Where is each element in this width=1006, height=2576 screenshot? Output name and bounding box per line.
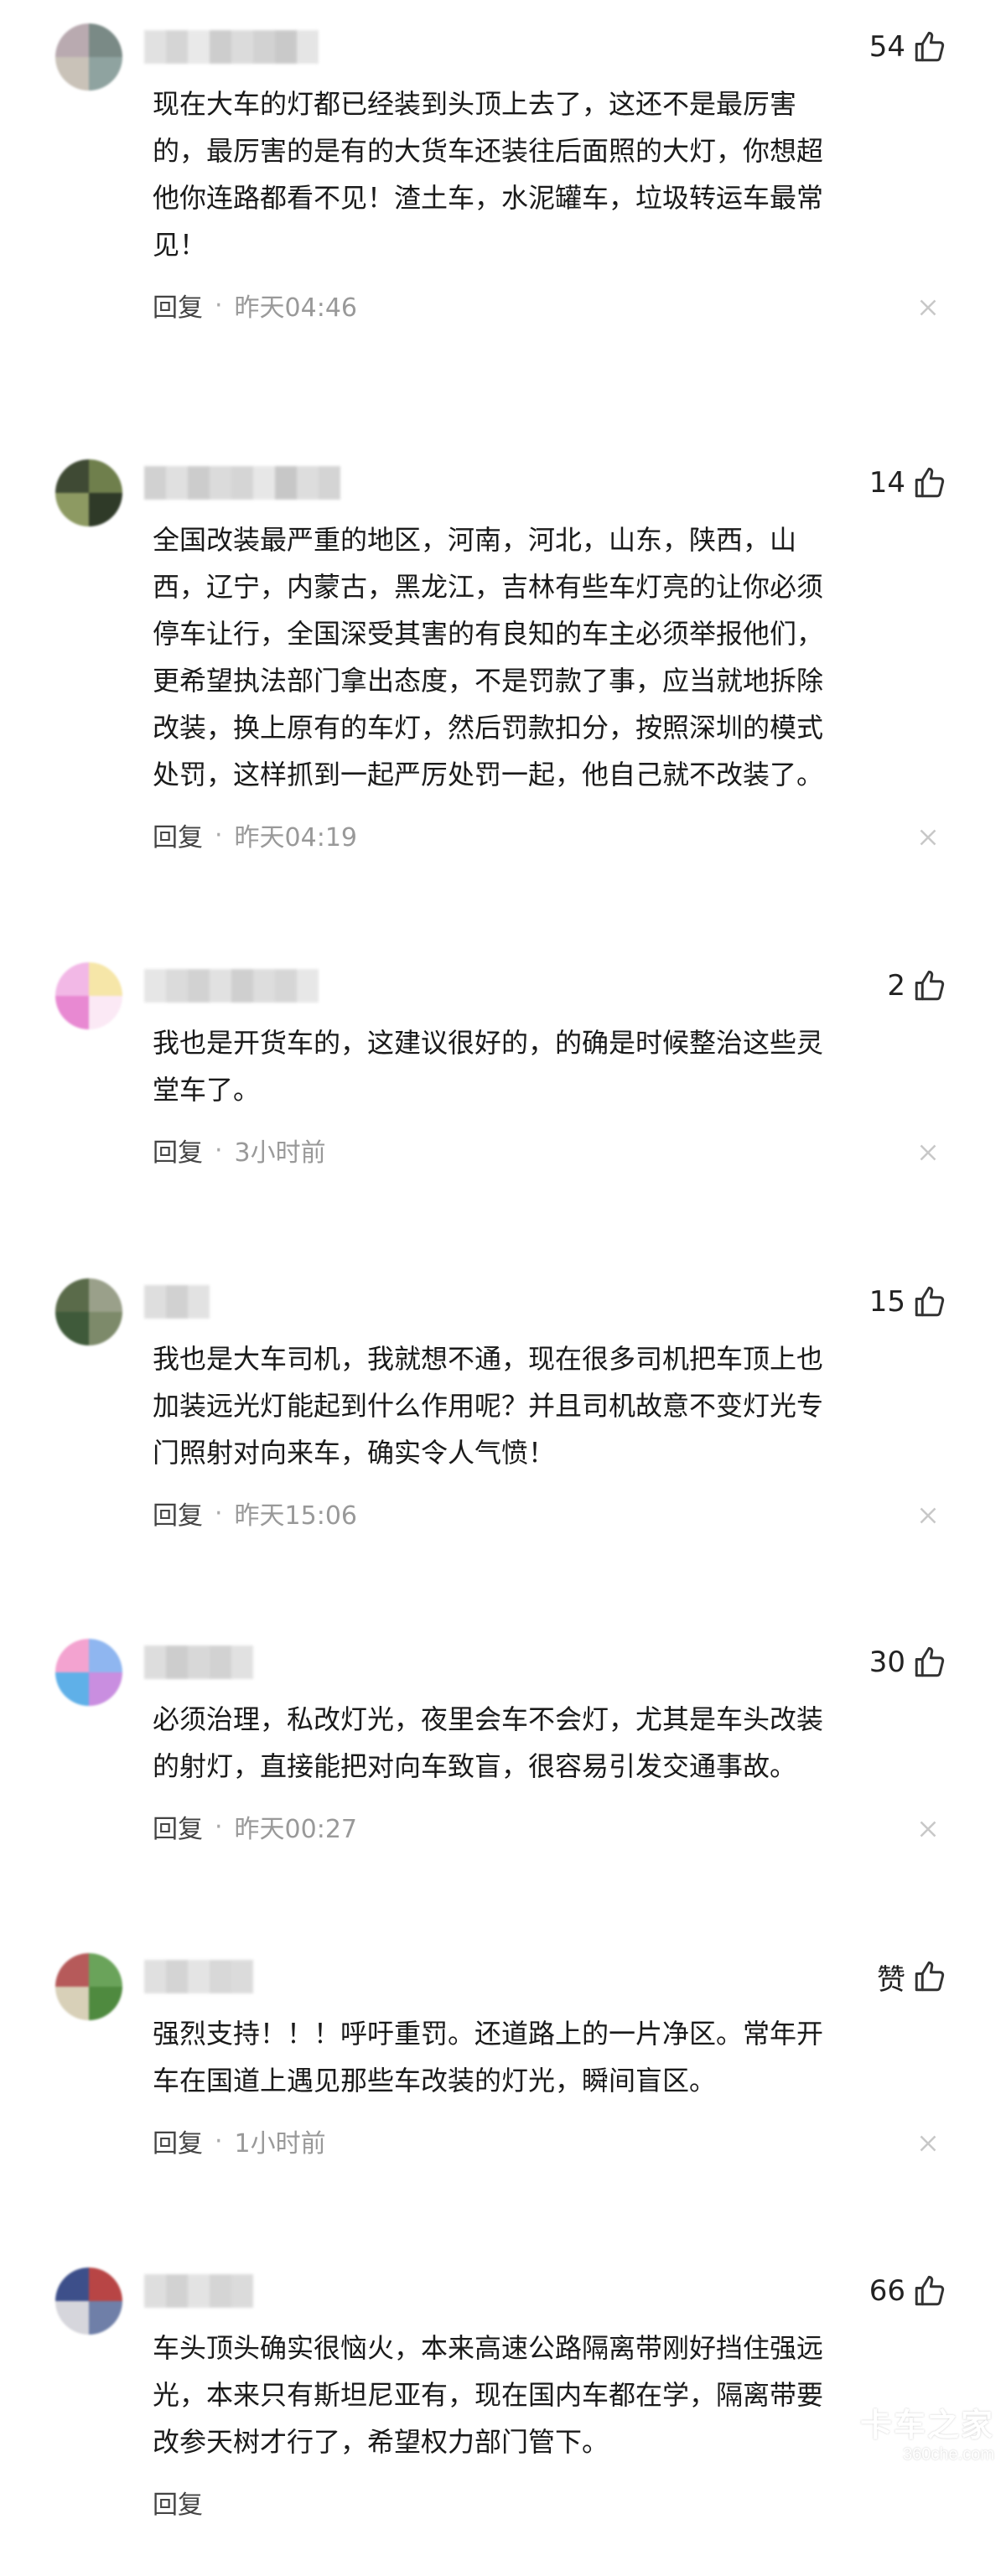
close-icon[interactable] — [914, 823, 942, 852]
like-count: 66 — [869, 2274, 905, 2308]
watermark-text: 卡车之家 — [853, 2399, 994, 2445]
like-button[interactable]: 赞 — [877, 1957, 947, 1997]
like-button[interactable]: 2 — [887, 966, 947, 1006]
comment-meta: 回复 · 昨天04:19 — [153, 818, 357, 852]
like-count: 54 — [869, 30, 905, 64]
thumbs-up-icon — [912, 1645, 947, 1680]
timestamp: 昨天04:46 — [235, 287, 357, 324]
thumbs-up-icon — [912, 1284, 947, 1319]
avatar[interactable] — [55, 962, 122, 1029]
comment-text: 强烈支持！！！呼吁重罚。还道路上的一片净区。常年开 车在国道上遇见那些车改装的灯… — [153, 2010, 957, 2104]
comment-meta: 回复 · 昨天04:46 — [153, 288, 357, 322]
comment-text: 车头顶头确实很恼火，本来高速公路隔离带刚好挡住强远 光，本来只有斯坦尼亚有，现在… — [153, 2325, 957, 2465]
username-blurred[interactable] — [144, 1960, 253, 1993]
close-icon[interactable] — [914, 1138, 942, 1167]
like-button[interactable]: 14 — [869, 463, 947, 503]
thumbs-up-icon — [912, 465, 947, 500]
comment-meta: 回复 · 3小时前 — [153, 1133, 326, 1167]
separator-dot: · — [215, 2127, 223, 2156]
reply-button[interactable]: 回复 — [153, 1132, 203, 1169]
thumbs-up-icon — [912, 29, 947, 65]
separator-dot: · — [215, 291, 223, 320]
close-icon[interactable] — [914, 1501, 942, 1530]
username-blurred[interactable] — [144, 1646, 253, 1679]
separator-dot: · — [215, 1136, 223, 1165]
comment-text: 必须治理，私改灯光，夜里会车不会灯，尤其是车头改装 的射灯，直接能把对向车致盲，… — [153, 1696, 957, 1790]
thumbs-up-icon — [912, 1959, 947, 1994]
comment-feed: 54 现在大车的灯都已经装到头顶上去了，这还不是最厉害 的，最厉害的是有的大货车还… — [0, 0, 1006, 2475]
username-blurred[interactable] — [144, 2274, 253, 2308]
thumbs-up-icon — [912, 2273, 947, 2309]
comment-text: 全国改装最严重的地区，河南，河北，山东，陕西，山 西，辽宁，内蒙古，黑龙江，吉林… — [153, 516, 957, 798]
avatar[interactable] — [55, 2268, 122, 2335]
thumbs-up-icon — [912, 968, 947, 1003]
reply-button[interactable]: 回复 — [153, 287, 203, 324]
username-blurred[interactable] — [144, 30, 319, 64]
like-button[interactable]: 66 — [869, 2271, 947, 2311]
like-button[interactable]: 54 — [869, 27, 947, 67]
timestamp: 昨天00:27 — [235, 1808, 357, 1845]
separator-dot: · — [215, 821, 223, 850]
comment-meta: 回复 · 1小时前 — [153, 2124, 326, 2158]
reply-button[interactable]: 回复 — [153, 1495, 203, 1532]
like-count: 14 — [869, 466, 905, 500]
close-icon[interactable] — [914, 2129, 942, 2158]
reply-button[interactable]: 回复 — [153, 816, 203, 853]
comment-meta: 回复 — [153, 2485, 203, 2519]
avatar[interactable] — [55, 459, 122, 526]
watermark-logo: 卡车之家 360che.com — [853, 2399, 994, 2466]
avatar[interactable] — [55, 23, 122, 91]
comment-meta: 回复 · 昨天00:27 — [153, 1810, 357, 1843]
comment-text: 现在大车的灯都已经装到头顶上去了，这还不是最厉害 的，最厉害的是有的大货车还装往… — [153, 80, 957, 268]
reply-button[interactable]: 回复 — [153, 1808, 203, 1845]
comment-item: 30 必须治理，私改灯光，夜里会车不会灯，尤其是车头改装 的射灯，直接能把对向车致… — [0, 1639, 1006, 1900]
timestamp: 昨天15:06 — [235, 1495, 357, 1532]
username-blurred[interactable] — [144, 969, 319, 1003]
close-icon[interactable] — [914, 1815, 942, 1843]
avatar[interactable] — [55, 1639, 122, 1706]
reply-button[interactable]: 回复 — [153, 2122, 203, 2159]
comment-meta: 回复 · 昨天15:06 — [153, 1496, 357, 1530]
like-count: 15 — [869, 1285, 905, 1319]
username-blurred[interactable] — [144, 466, 340, 500]
reply-button[interactable]: 回复 — [153, 2484, 203, 2521]
close-icon[interactable] — [914, 293, 942, 322]
like-button[interactable]: 15 — [869, 1282, 947, 1322]
timestamp: 昨天04:19 — [235, 816, 357, 853]
comment-item: 54 现在大车的灯都已经装到头顶上去了，这还不是最厉害 的，最厉害的是有的大货车还… — [0, 23, 1006, 379]
avatar[interactable] — [55, 1953, 122, 2020]
comment-item: 赞强烈支持！！！呼吁重罚。还道路上的一片净区。常年开 车在国道上遇见那些车改装的… — [0, 1953, 1006, 2215]
separator-dot: · — [215, 1499, 223, 1528]
timestamp: 3小时前 — [235, 1132, 326, 1169]
username-blurred[interactable] — [144, 1285, 210, 1319]
timestamp: 1小时前 — [235, 2122, 326, 2159]
avatar[interactable] — [55, 1278, 122, 1345]
comment-item: 15 我也是大车司机，我就想不通，现在很多司机把车顶上也 加装远光灯能起到什么作用… — [0, 1278, 1006, 1587]
separator-dot: · — [215, 1812, 223, 1842]
like-count: 2 — [887, 969, 905, 1003]
like-button[interactable]: 30 — [869, 1642, 947, 1682]
watermark-url: 360che.com — [853, 2445, 994, 2465]
comment-item: 2 我也是开货车的，这建议很好的，的确是时候整治这些灵 堂车了。回复 · 3小时前 — [0, 962, 1006, 1224]
comment-item: 14 全国改装最严重的地区，河南，河北，山东，陕西，山 西，辽宁，内蒙古，黑龙江，… — [0, 459, 1006, 909]
comment-text: 我也是开货车的，这建议很好的，的确是时候整治这些灵 堂车了。 — [153, 1019, 957, 1113]
like-count: 30 — [869, 1646, 905, 1679]
comment-text: 我也是大车司机，我就想不通，现在很多司机把车顶上也 加装远光灯能起到什么作用呢？… — [153, 1335, 957, 1476]
like-count: 赞 — [877, 1957, 905, 1998]
